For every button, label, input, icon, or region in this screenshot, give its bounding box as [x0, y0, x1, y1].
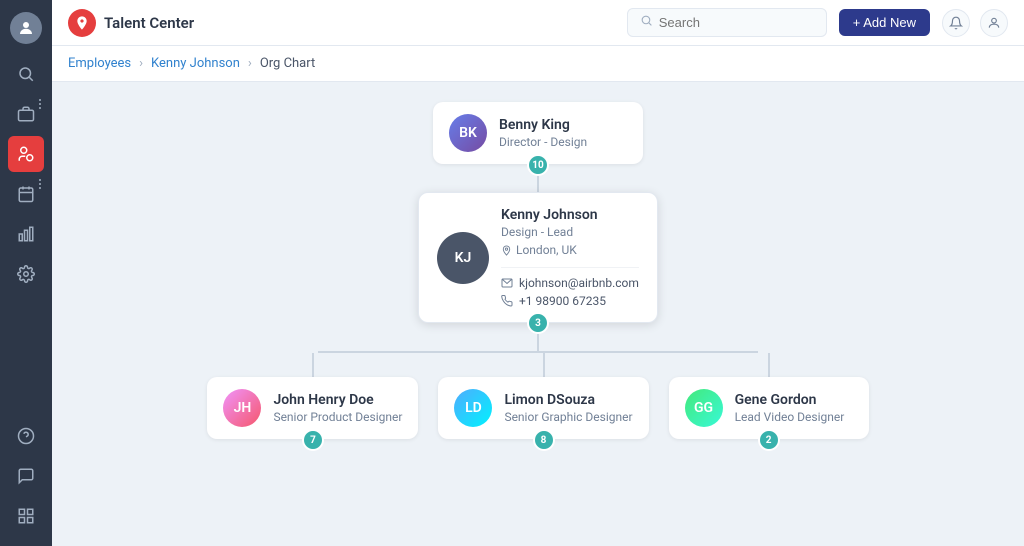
kenny-location-text: London, UK — [516, 243, 577, 257]
topbar-actions — [942, 9, 1008, 37]
app-logo: Talent Center — [68, 9, 194, 37]
kenny-phone: +1 98900 67235 — [519, 294, 606, 308]
notifications-icon[interactable] — [942, 9, 970, 37]
limon-info: Limon DSouza Senior Graphic Designer — [504, 392, 632, 424]
kenny-avatar: KJ — [437, 232, 489, 284]
limon-name: Limon DSouza — [504, 392, 632, 408]
kenny-johnson-card[interactable]: KJ Kenny Johnson Design - Lead London, U… — [418, 192, 658, 323]
limon-role: Senior Graphic Designer — [504, 410, 632, 424]
john-branch: JH John Henry Doe Senior Product Designe… — [207, 353, 418, 439]
kenny-info: Kenny Johnson Design - Lead London, UK k… — [501, 207, 639, 308]
breadcrumb: Employees › Kenny Johnson › Org Chart — [52, 46, 1024, 82]
kenny-name: Kenny Johnson — [501, 207, 639, 223]
gene-v-line — [768, 353, 770, 377]
john-node: JH John Henry Doe Senior Product Designe… — [207, 377, 418, 439]
gene-branch: GG Gene Gordon Lead Video Designer 2 — [669, 353, 869, 439]
gene-name: Gene Gordon — [735, 392, 845, 408]
logo-icon — [68, 9, 96, 37]
benny-name: Benny King — [499, 117, 587, 133]
benny-badge: 10 — [527, 154, 549, 176]
main-area: Talent Center + Add New Employees › Kenn… — [52, 0, 1024, 546]
gene-info: Gene Gordon Lead Video Designer — [735, 392, 845, 424]
search-box[interactable] — [627, 8, 827, 37]
john-avatar: JH — [223, 389, 261, 427]
breadcrumb-orgchart: Org Chart — [260, 56, 315, 71]
limon-branch: LD Limon DSouza Senior Graphic Designer … — [438, 353, 648, 439]
benny-king-card[interactable]: BK Benny King Director - Design 10 — [433, 102, 643, 164]
gene-node: GG Gene Gordon Lead Video Designer 2 — [669, 377, 869, 439]
limon-card[interactable]: LD Limon DSouza Senior Graphic Designer … — [438, 377, 648, 439]
sidebar-item-briefcase-group — [8, 96, 44, 132]
limon-node: LD Limon DSouza Senior Graphic Designer … — [438, 377, 648, 439]
limon-v-line — [543, 353, 545, 377]
kenny-contact: kjohnson@airbnb.com +1 98900 67235 — [501, 267, 639, 308]
john-role: Senior Product Designer — [273, 410, 402, 424]
gene-card[interactable]: GG Gene Gordon Lead Video Designer 2 — [669, 377, 869, 439]
kenny-email-row: kjohnson@airbnb.com — [501, 276, 639, 290]
breadcrumb-sep-2: › — [248, 56, 252, 71]
content-area: BK Benny King Director - Design 10 KJ — [52, 82, 1024, 546]
benny-avatar: BK — [449, 114, 487, 152]
breadcrumb-employees[interactable]: Employees — [68, 56, 131, 71]
kenny-node: KJ Kenny Johnson Design - Lead London, U… — [418, 192, 658, 323]
john-name: John Henry Doe — [273, 392, 402, 408]
user-profile-icon[interactable] — [980, 9, 1008, 37]
root-node: BK Benny King Director - Design 10 — [433, 102, 643, 164]
org-tree: BK Benny King Director - Design 10 KJ — [72, 102, 1004, 439]
app-title: Talent Center — [104, 14, 194, 32]
john-info: John Henry Doe Senior Product Designer — [273, 392, 402, 424]
breadcrumb-sep-1: › — [139, 56, 143, 71]
gene-role: Lead Video Designer — [735, 410, 845, 424]
sidebar-item-help[interactable] — [8, 418, 44, 454]
search-input[interactable] — [659, 15, 814, 30]
gene-avatar: GG — [685, 389, 723, 427]
limon-badge: 8 — [533, 429, 555, 451]
john-card[interactable]: JH John Henry Doe Senior Product Designe… — [207, 377, 418, 439]
benny-role: Director - Design — [499, 135, 587, 149]
sidebar-item-chat[interactable] — [8, 458, 44, 494]
search-icon — [640, 14, 653, 31]
sidebar-item-settings[interactable] — [8, 256, 44, 292]
john-badge: 7 — [302, 429, 324, 451]
children-row: JH John Henry Doe Senior Product Designe… — [207, 353, 868, 439]
gene-badge: 2 — [758, 429, 780, 451]
topbar: Talent Center + Add New — [52, 0, 1024, 46]
sidebar — [0, 0, 52, 546]
sidebar-item-calendar-group — [8, 176, 44, 212]
breadcrumb-kenny[interactable]: Kenny Johnson — [151, 56, 240, 71]
kenny-location: London, UK — [501, 243, 639, 257]
add-new-button[interactable]: + Add New — [839, 9, 930, 36]
kenny-badge: 3 — [527, 312, 549, 334]
kenny-phone-row: +1 98900 67235 — [501, 294, 639, 308]
kenny-role: Design - Lead — [501, 225, 639, 239]
john-v-line — [312, 353, 314, 377]
benny-info: Benny King Director - Design — [499, 117, 587, 149]
sidebar-bottom — [8, 418, 44, 534]
sidebar-item-people[interactable] — [8, 136, 44, 172]
sidebar-item-chart[interactable] — [8, 216, 44, 252]
children-section: JH John Henry Doe Senior Product Designe… — [207, 351, 868, 439]
kenny-email: kjohnson@airbnb.com — [519, 276, 639, 290]
user-avatar[interactable] — [10, 12, 42, 44]
sidebar-item-search[interactable] — [8, 56, 44, 92]
limon-avatar: LD — [454, 389, 492, 427]
sidebar-item-grid[interactable] — [8, 498, 44, 534]
h-branch-line — [318, 351, 758, 353]
